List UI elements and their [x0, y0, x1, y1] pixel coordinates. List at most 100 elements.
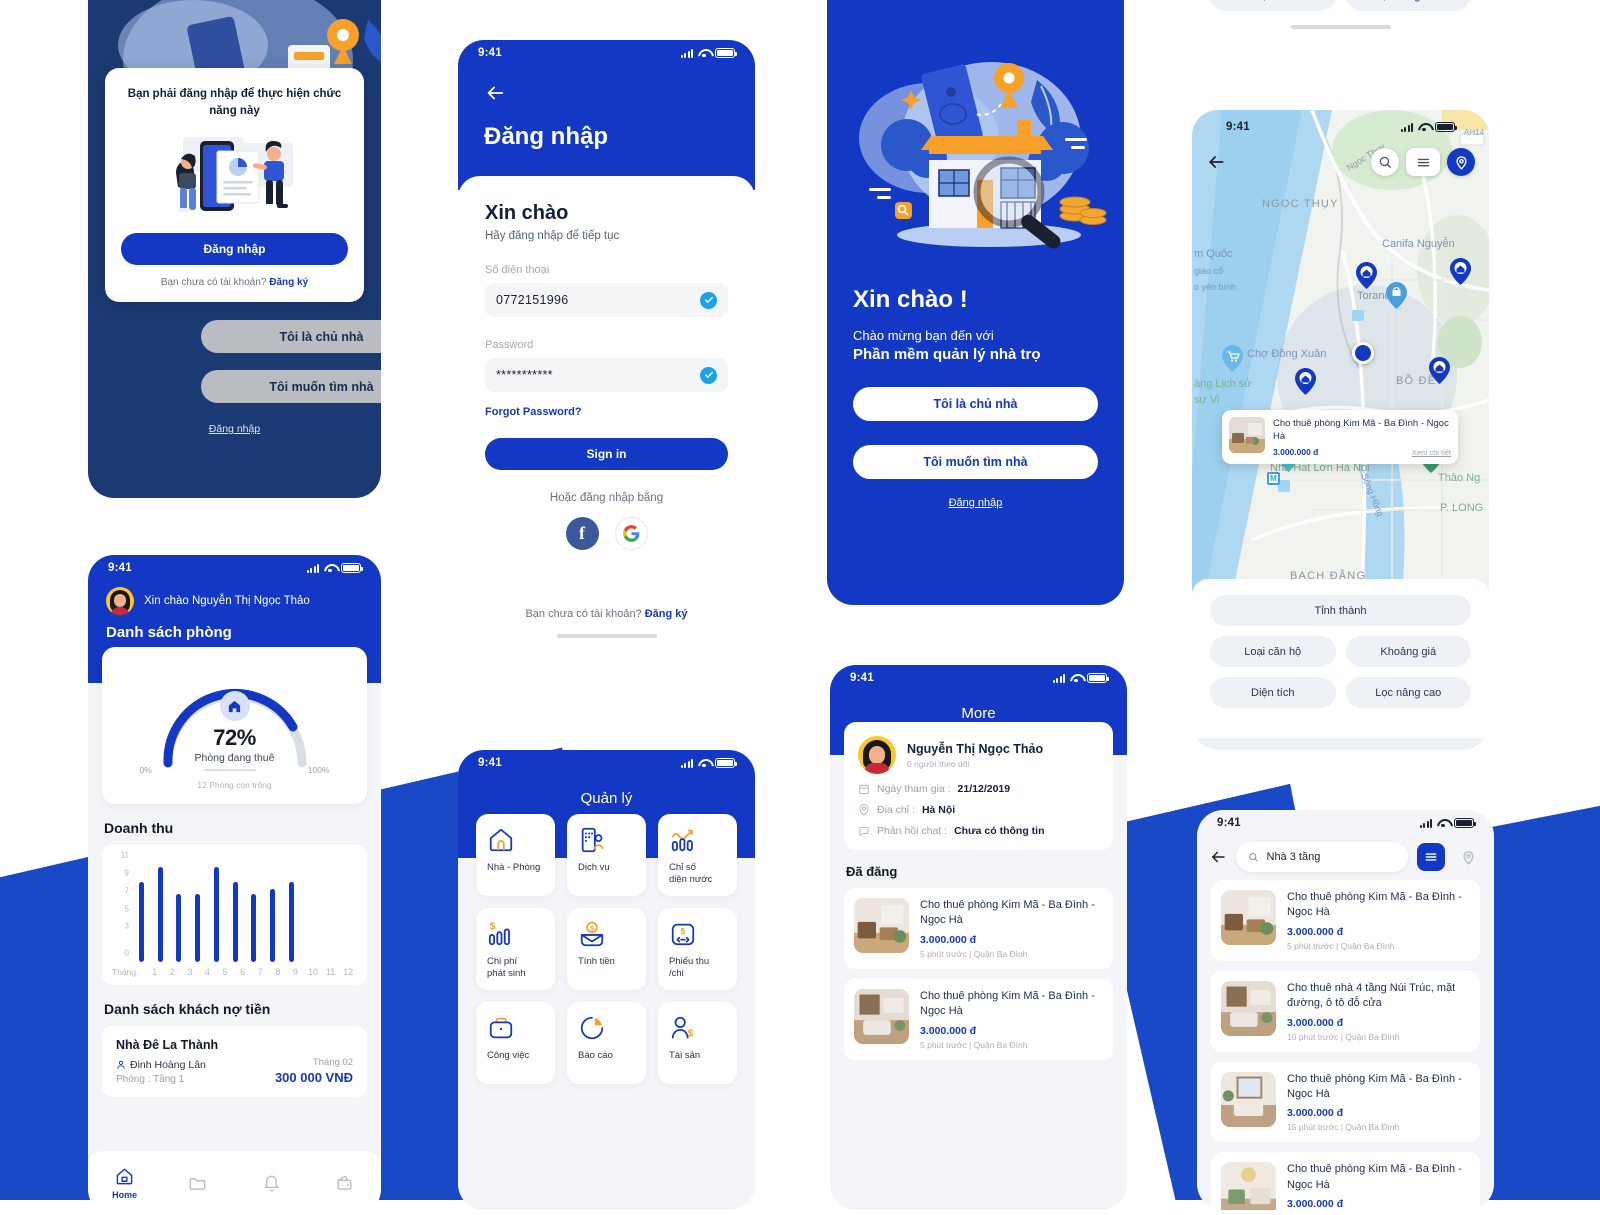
owner-button[interactable]: Tôi là chủ nhà	[201, 320, 381, 353]
chart-bar[interactable]	[251, 894, 257, 962]
phone-input[interactable]	[496, 293, 673, 307]
chart-bar[interactable]	[195, 894, 201, 962]
page-title: Đăng nhập	[484, 123, 608, 150]
back-icon[interactable]	[1206, 152, 1226, 172]
chart-plot-area	[132, 857, 357, 962]
tile-bao-cao[interactable]: Báo cáo	[567, 1002, 646, 1084]
google-icon[interactable]	[614, 517, 648, 550]
status-time: 9:41	[478, 757, 502, 769]
tab-notifications[interactable]	[235, 1151, 308, 1215]
map-label-p-long: P. LONG	[1440, 502, 1484, 514]
chip-tinh-thanh[interactable]: Tỉnh thành	[1210, 595, 1471, 626]
chart-x-tick: 4	[205, 967, 211, 977]
chip-khoang-gia[interactable]: Khoảng giá	[1345, 636, 1471, 667]
map-pin-listing[interactable]	[1356, 262, 1377, 289]
chart-bar[interactable]	[138, 881, 144, 962]
signup-link[interactable]: Đăng ký	[645, 608, 688, 620]
list-view-icon[interactable]	[1417, 843, 1445, 871]
tile-tai-san[interactable]: $ Tài sản	[658, 1002, 737, 1084]
map-pin-listing[interactable]	[1295, 368, 1316, 395]
chart-bar[interactable]	[270, 889, 276, 962]
map-view-icon[interactable]	[1454, 843, 1482, 871]
avatar[interactable]	[106, 587, 134, 615]
post-meta: 5 phút trước | Quận Ba Đình	[920, 1039, 1028, 1050]
chip-loai-can-ho[interactable]: Loại căn hộ	[1210, 636, 1336, 667]
tile-phieu-thu-chi[interactable]: $ Phiếu thu /chi	[658, 908, 737, 990]
result-title: Cho thuê phòng Kim Mã - Ba Đình - Ngọc H…	[1287, 891, 1462, 919]
tile-tinh-tien[interactable]: $ Tính tiền	[567, 908, 646, 990]
find-house-button[interactable]: Tôi muốn tìm nhà	[201, 370, 381, 403]
map-label-thao-ng: Thảo Ng	[1438, 472, 1481, 484]
chart-bar[interactable]	[288, 881, 294, 962]
search-result-item[interactable]: Cho thuê phòng Kim Mã - Ba Đình - Ngọc H…	[1211, 1061, 1480, 1143]
password-field[interactable]	[485, 358, 728, 392]
chip-loc-nang-cao[interactable]: Lọc nâng cao	[1345, 677, 1471, 708]
chart-bar[interactable]	[213, 866, 219, 962]
battery-icon	[715, 48, 738, 58]
map-view-icon[interactable]	[1447, 148, 1475, 176]
tab-home-label: Home	[112, 1189, 138, 1200]
phone-field[interactable]	[485, 283, 728, 317]
wifi-icon	[1418, 123, 1430, 132]
welcome-sub2: Phần mềm quản lý nhà trọ	[853, 346, 1041, 363]
password-input[interactable]	[496, 368, 673, 382]
greeting-row: Xin chào Nguyễn Thị Ngọc Thảo	[88, 581, 381, 615]
search-result-item[interactable]: Cho thuê phòng Kim Mã - Ba Đình - Ngọc H…	[1211, 880, 1480, 961]
debt-card[interactable]: Nhà Đê La Thành Đinh Hoàng Lân Phòng : T…	[102, 1026, 367, 1097]
money-envelope-icon: $	[578, 920, 635, 950]
tab-wallet[interactable]	[308, 1151, 381, 1215]
map-listing-callout[interactable]: Cho thuê phòng Kim Mã - Ba Đình - Ngọc H…	[1222, 410, 1458, 464]
rooms-section-title: Danh sách phòng	[106, 624, 232, 641]
search-result-list: Cho thuê phòng Kim Mã - Ba Đình - Ngọc H…	[1197, 872, 1494, 1210]
result-title: Cho thuê nhà 4 tầng Núi Trúc, mặt đường,…	[1287, 981, 1456, 1010]
tab-home[interactable]: Home	[88, 1151, 161, 1215]
chat-value: Chưa có thông tin	[954, 825, 1045, 837]
search-result-item[interactable]: Cho thuê phòng Kim Mã - Ba Đình - Ngọc H…	[1211, 1152, 1480, 1210]
login-link[interactable]: Đăng nhập	[827, 497, 1124, 509]
listing-thumbnail	[854, 898, 909, 953]
chart-bar[interactable]	[232, 881, 238, 962]
signup-link[interactable]: Đăng ký	[269, 277, 308, 288]
chart-bar[interactable]	[157, 866, 163, 962]
post-item[interactable]: Cho thuê phòng Kim Mã - Ba Đình - Ngọc H…	[844, 978, 1113, 1060]
post-item[interactable]: Cho thuê phòng Kim Mã - Ba Đình - Ngọc H…	[844, 888, 1113, 969]
tile-chi-phi-phat-sinh[interactable]: $ Chi phí phát sinh	[476, 908, 555, 990]
find-house-button[interactable]: Tôi muốn tìm nhà	[853, 445, 1098, 479]
callout-detail-link[interactable]: Xem chi tiết	[1412, 448, 1451, 457]
facebook-icon[interactable]: f	[565, 517, 599, 550]
map-pin-listing[interactable]	[1450, 258, 1471, 285]
search-input[interactable]	[1266, 851, 1396, 863]
login-link[interactable]: Đăng nhập	[88, 423, 381, 435]
gauge-percent: 72%	[213, 725, 256, 750]
avatar[interactable]	[858, 736, 896, 774]
search-icon[interactable]	[1371, 148, 1399, 176]
owner-button[interactable]: Tôi là chủ nhà	[853, 387, 1098, 421]
callout-price: 3.000.000 đ	[1273, 446, 1319, 457]
chip-dien-tich[interactable]: Diện tích	[1210, 677, 1336, 708]
signin-button[interactable]: Sign in	[485, 438, 728, 470]
chip-row: Loại căn hộ Khoảng giá	[1210, 636, 1471, 667]
back-icon[interactable]	[1209, 848, 1227, 866]
post-body: Cho thuê phòng Kim Mã - Ba Đình - Ngọc H…	[920, 898, 1103, 959]
map-canvas[interactable]: 9:41 NGỌC THỤY Ngọc Thụy Canifa Nguyễn T…	[1192, 110, 1489, 595]
listing-thumbnail	[1221, 1071, 1276, 1127]
debt-amount: 300 000 VNĐ	[274, 1070, 353, 1085]
chip-loc-nang-cao[interactable]: Lọc nâng cao	[1345, 0, 1471, 11]
tile-dich-vu[interactable]: Dịch vụ	[567, 814, 646, 896]
tab-folder[interactable]	[161, 1151, 234, 1215]
list-view-icon[interactable]	[1406, 148, 1440, 176]
forgot-password-link[interactable]: Forgot Password?	[485, 406, 582, 418]
map-pin-market[interactable]	[1222, 345, 1243, 372]
search-result-item[interactable]: Cho thuê nhà 4 tầng Núi Trúc, mặt đường,…	[1211, 970, 1480, 1052]
dialog-login-button[interactable]: Đăng nhập	[121, 233, 348, 266]
chart-bar[interactable]	[176, 894, 182, 962]
map-pin-listing[interactable]	[1429, 357, 1450, 384]
chip-dien-tich[interactable]: Diện tích	[1210, 0, 1336, 11]
search-box[interactable]	[1236, 842, 1408, 872]
login-header: 9:41 Đăng nhập	[458, 40, 755, 190]
map-pin-shop[interactable]	[1386, 282, 1407, 309]
tile-nha-phong[interactable]: Nhà - Phòng	[476, 814, 555, 896]
back-icon[interactable]	[484, 82, 506, 104]
tile-cong-viec[interactable]: Công việc	[476, 1002, 555, 1084]
tile-chi-so-dien-nuoc[interactable]: Chỉ số diện nước	[658, 814, 737, 896]
